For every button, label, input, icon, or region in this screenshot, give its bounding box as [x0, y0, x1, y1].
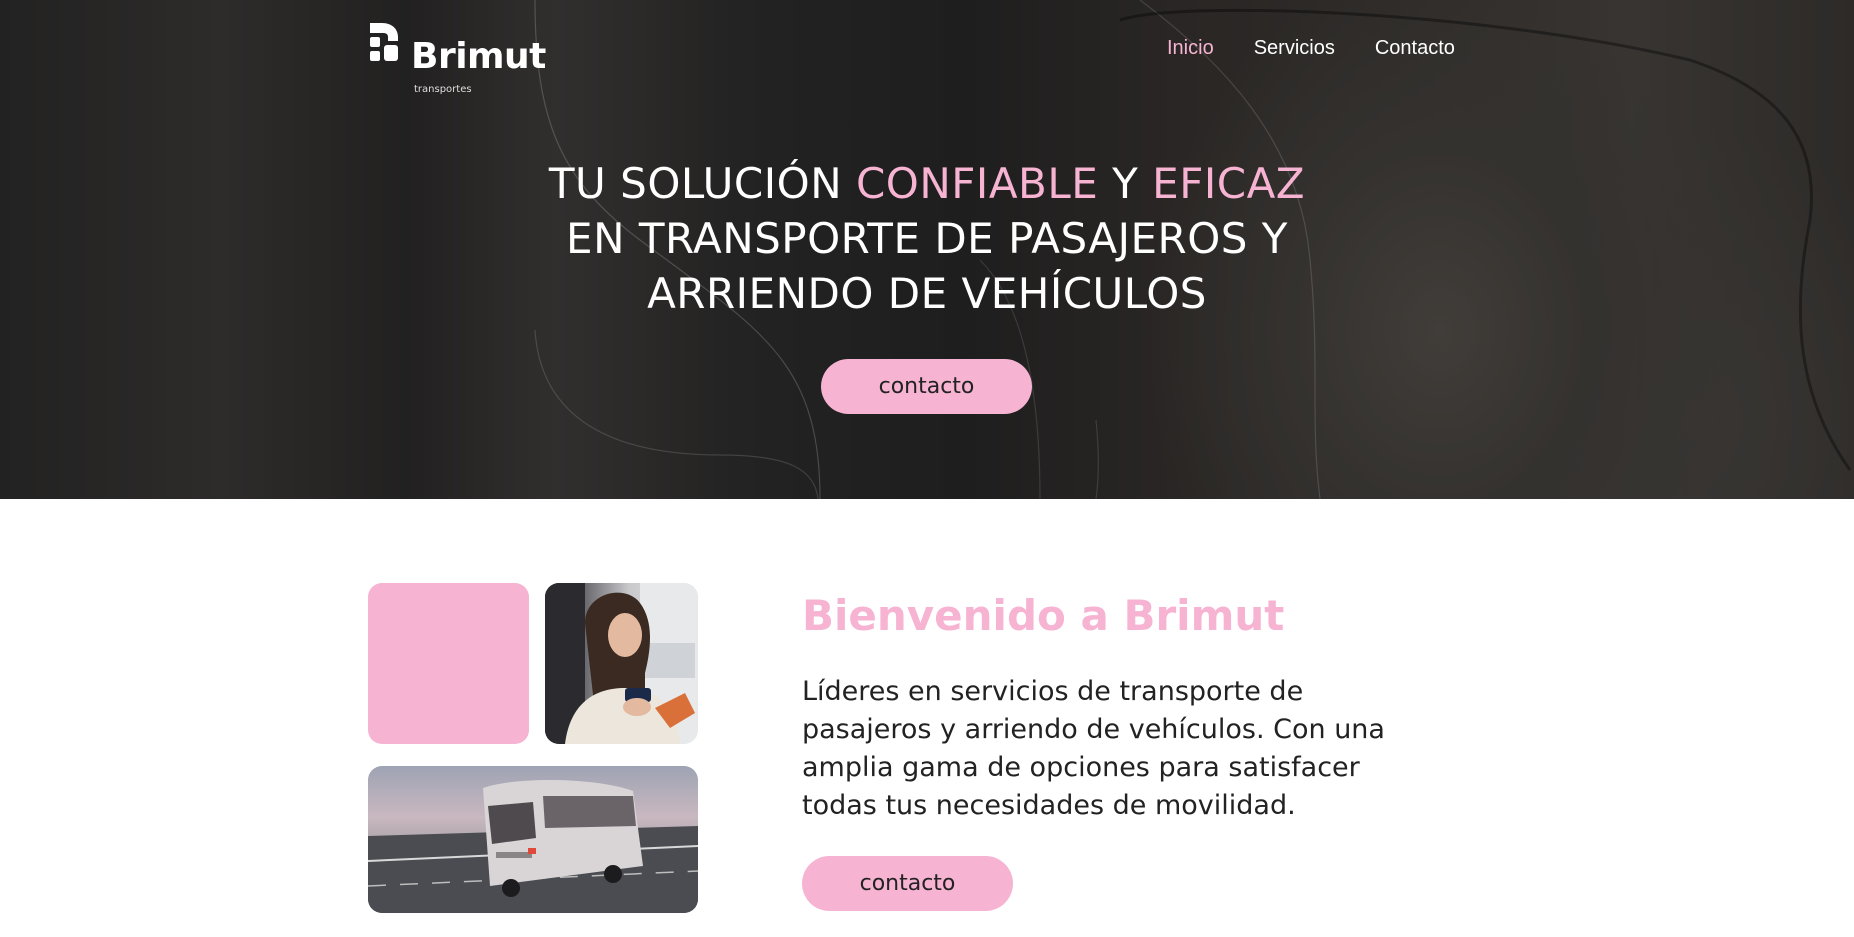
nav-item-contacto[interactable]: Contacto	[1375, 36, 1455, 60]
hero-section: Brimut transportes Inicio Servicios Cont…	[0, 0, 1854, 499]
hero-title-highlight-confiable: CONFIABLE	[855, 159, 1099, 208]
hero-title-mid: Y	[1098, 159, 1153, 208]
woman-photo-illustration	[545, 583, 698, 744]
welcome-title: Bienvenido a Brimut	[802, 591, 1285, 640]
hero-title-prefix: TU SOLUCIÓN	[548, 159, 856, 208]
nav-item-inicio[interactable]: Inicio	[1167, 36, 1214, 60]
hero-title-line3: ARRIENDO DE VEHÍCULOS	[647, 269, 1207, 318]
woman-with-phone-photo	[545, 583, 698, 744]
nav-item-servicios[interactable]: Servicios	[1254, 36, 1335, 60]
brimut-logo-icon	[370, 23, 398, 61]
main-nav: Inicio Servicios Contacto	[1167, 36, 1455, 60]
hero-title-highlight-eficaz: EFICAZ	[1152, 159, 1306, 208]
brand-logo[interactable]: Brimut transportes	[368, 21, 552, 95]
pink-tile	[368, 583, 529, 744]
bus-on-highway-photo	[368, 766, 698, 913]
bus-photo-illustration	[368, 780, 698, 913]
brand-name: Brimut	[411, 36, 546, 77]
brand-subtitle: transportes	[414, 84, 472, 95]
hero-title-line2: EN TRANSPORTE DE PASAJEROS Y	[566, 214, 1288, 263]
welcome-description: Líderes en servicios de transporte de pa…	[802, 676, 1385, 821]
hero-title: TU SOLUCIÓN CONFIABLE Y EFICAZ EN TRANSP…	[427, 156, 1427, 321]
hero-contact-button[interactable]: contacto	[821, 359, 1032, 414]
welcome-contact-button[interactable]: contacto	[802, 856, 1013, 911]
